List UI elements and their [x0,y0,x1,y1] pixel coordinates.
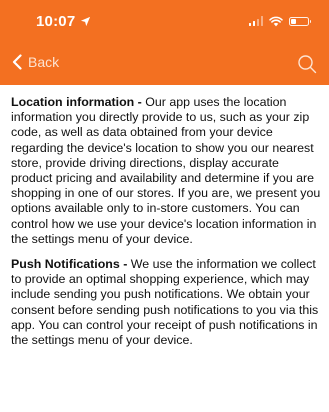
section-body: Our app uses the location information yo… [11,95,321,246]
battery-level [291,18,296,24]
navigation-bar: Back [0,50,329,80]
section-title: Location information - [11,95,146,109]
privacy-policy-screen: 10:07 Back Location information - Our ap… [0,0,329,412]
app-header: 10:07 Back [0,0,329,85]
location-arrow-icon [80,16,91,27]
chevron-left-icon [12,54,22,70]
push-notifications-section: Push Notifications - We use the informat… [11,257,321,348]
policy-content: Location information - Our app uses the … [0,85,329,348]
location-information-section: Location information - Our app uses the … [11,95,321,247]
back-label: Back [28,54,60,70]
status-time: 10:07 [36,13,76,30]
wifi-icon [269,16,283,26]
status-bar: 10:07 [0,0,329,40]
cellular-signal-icon [248,16,263,26]
back-button[interactable]: Back [12,54,59,70]
section-title: Push Notifications - [11,257,131,272]
battery-icon [289,16,311,26]
search-icon[interactable] [297,54,317,74]
status-icons [248,15,311,27]
